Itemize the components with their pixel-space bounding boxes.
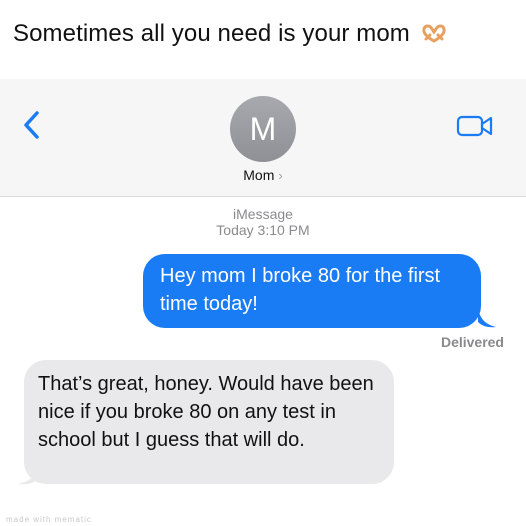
service-label: iMessage <box>233 206 293 222</box>
conversation-header: M Mom › <box>0 79 526 197</box>
back-chevron-icon[interactable] <box>20 109 44 141</box>
contact-name-button[interactable]: Mom › <box>0 167 526 183</box>
outgoing-message-bubble[interactable]: Hey mom I broke 80 for the first time to… <box>143 254 481 328</box>
avatar-initial: M <box>249 110 277 147</box>
delivery-status: Delivered <box>440 334 504 350</box>
incoming-bubble-tail <box>18 465 38 485</box>
contact-avatar[interactable]: M <box>230 96 296 162</box>
chevron-right-icon: › <box>278 168 283 183</box>
message-timestamp: Today 3:10 PM <box>216 222 310 238</box>
contact-name: Mom <box>243 167 275 183</box>
caption-text: Sometimes all you need is your mom <box>13 20 410 47</box>
outgoing-bubble-tail <box>478 308 496 328</box>
post-caption: Sometimes all you need is your mom <box>13 20 447 48</box>
incoming-message-bubble[interactable]: That’s great, honey. Would have been nic… <box>24 360 394 484</box>
heart-hands-emoji-icon <box>421 22 447 43</box>
watermark: made with mematic <box>6 515 92 524</box>
video-camera-icon[interactable] <box>456 114 494 138</box>
